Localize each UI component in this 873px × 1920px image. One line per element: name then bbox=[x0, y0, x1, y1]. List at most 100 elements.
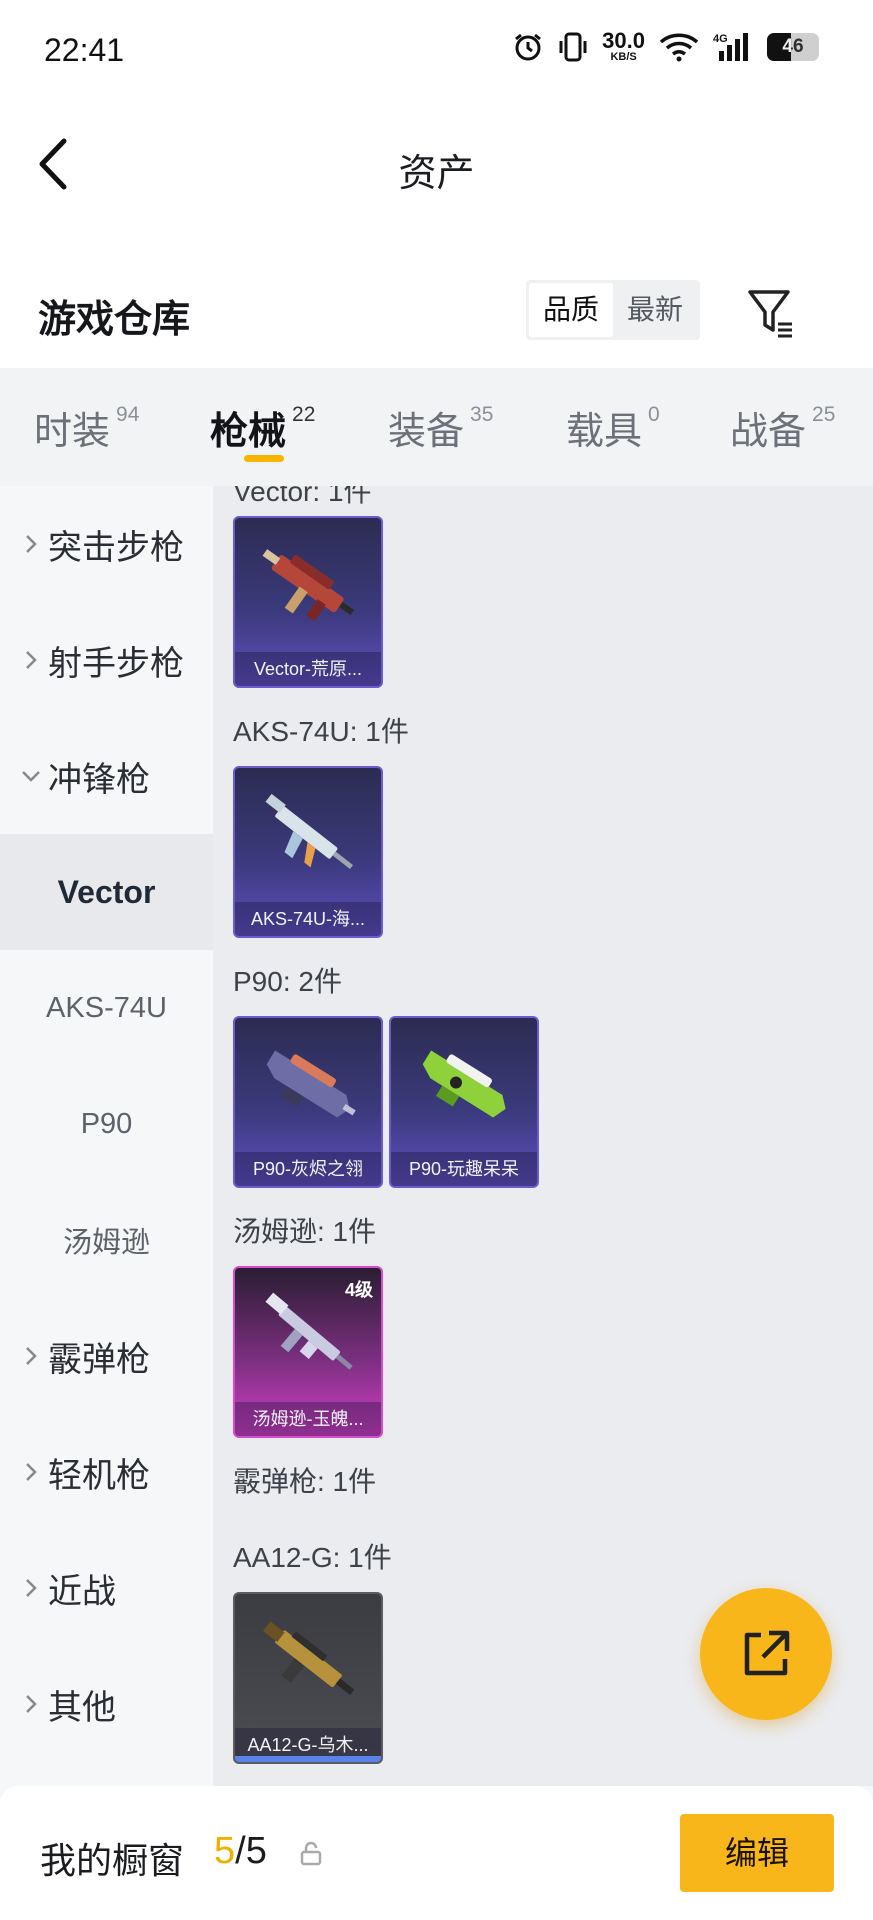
vector-smg-icon bbox=[262, 549, 354, 622]
item-level-badge: 4级 bbox=[344, 1280, 373, 1300]
chevron-right-icon bbox=[18, 1577, 44, 1599]
sidebar: 突击步枪 射手步枪 冲锋枪 Vector AKS-74U P90 汤姆逊 霰弹枪… bbox=[0, 486, 213, 1786]
tab-equipment[interactable]: 装备 35 bbox=[388, 368, 493, 486]
sidebar-item-label: 冲锋枪 bbox=[48, 760, 150, 799]
item-card-p90-fun[interactable]: P90-玩趣呆呆 bbox=[389, 1016, 539, 1188]
p90-smg-icon bbox=[266, 1050, 356, 1118]
chevron-right-icon bbox=[18, 533, 44, 555]
filter-button[interactable] bbox=[744, 284, 800, 340]
sidebar-item-assault-rifle[interactable]: 突击步枪 bbox=[0, 486, 213, 602]
showcase-count-current: 5 bbox=[214, 1830, 236, 1872]
sidebar-subitem-label: Vector bbox=[57, 873, 156, 910]
sidebar-item-label: 轻机枪 bbox=[48, 1456, 150, 1495]
tab-label: 装备 bbox=[388, 410, 465, 453]
sidebar-subitem-thompson[interactable]: 汤姆逊 bbox=[0, 1182, 213, 1298]
aks74u-rifle-icon bbox=[265, 793, 354, 870]
app-header: 资产 bbox=[0, 104, 873, 224]
sidebar-item-other[interactable]: 其他 bbox=[0, 1646, 213, 1762]
chevron-right-icon bbox=[18, 1461, 44, 1483]
item-name: AKS-74U-海... bbox=[235, 902, 381, 936]
edit-button[interactable]: 编辑 bbox=[680, 1814, 834, 1892]
p90-smg-icon bbox=[422, 1050, 506, 1118]
tab-active-indicator bbox=[244, 455, 284, 462]
sidebar-subitem-aks74u[interactable]: AKS-74U bbox=[0, 950, 213, 1066]
tab-label: 枪械 bbox=[210, 410, 287, 453]
showcase-count-separator: / bbox=[235, 1830, 246, 1872]
sidebar-item-label: 突击步枪 bbox=[48, 528, 184, 567]
section-title: 游戏仓库 bbox=[38, 299, 191, 341]
group-label-vector: Vector: 1件 bbox=[233, 486, 372, 507]
sidebar-item-label: 近战 bbox=[48, 1572, 116, 1611]
tab-firearms[interactable]: 枪械 22 bbox=[210, 368, 315, 486]
sidebar-subitem-vector[interactable]: Vector bbox=[0, 834, 213, 950]
item-card-vector[interactable]: Vector-荒原... bbox=[233, 516, 383, 688]
sidebar-item-lmg[interactable]: 轻机枪 bbox=[0, 1414, 213, 1530]
item-name: Vector-荒原... bbox=[235, 652, 381, 686]
sidebar-item-shotgun[interactable]: 霰弹枪 bbox=[0, 1298, 213, 1414]
chevron-right-icon bbox=[18, 649, 44, 671]
page-title: 资产 bbox=[398, 153, 475, 195]
sidebar-item-label: 霰弹枪 bbox=[48, 1340, 150, 1379]
sidebar-item-marksman-rifle[interactable]: 射手步枪 bbox=[0, 602, 213, 718]
item-name: 汤姆逊-玉魄... bbox=[235, 1402, 381, 1436]
showcase-label: 我的橱窗 bbox=[40, 1840, 185, 1881]
lock-icon bbox=[300, 1841, 322, 1866]
net-speed: 30.0 KB/S bbox=[602, 28, 645, 63]
tab-count: 0 bbox=[648, 403, 660, 426]
item-name: P90-灰烬之翎 bbox=[235, 1152, 381, 1186]
tab-combat-supplies[interactable]: 战备 25 bbox=[730, 368, 835, 486]
chevron-right-icon bbox=[18, 1345, 44, 1367]
bottom-bar: 我的橱窗 5/5 编辑 bbox=[0, 1786, 873, 1920]
sort-quality-button[interactable]: 品质 bbox=[529, 283, 614, 337]
group-label-p90: P90: 2件 bbox=[233, 966, 342, 997]
category-tabs: 时装 94 枪械 22 装备 35 载具 0 战备 25 bbox=[0, 368, 873, 486]
aa12-shotgun-icon bbox=[263, 1621, 355, 1696]
sidebar-item-melee[interactable]: 近战 bbox=[0, 1530, 213, 1646]
tab-count: 94 bbox=[116, 403, 140, 426]
item-card-aks74u[interactable]: AKS-74U-海... bbox=[233, 766, 383, 938]
item-card-aa12g[interactable]: AA12-G-乌木... bbox=[233, 1592, 383, 1764]
group-label-thompson: 汤姆逊: 1件 bbox=[233, 1216, 377, 1247]
tab-vehicles[interactable]: 载具 0 bbox=[566, 368, 660, 486]
sidebar-item-smg[interactable]: 冲锋枪 bbox=[0, 718, 213, 834]
showcase-count-max: 5 bbox=[245, 1830, 267, 1872]
chevron-right-icon bbox=[18, 1693, 44, 1715]
alarm-icon bbox=[512, 31, 544, 63]
showcase-count: 5/5 bbox=[214, 1830, 267, 1873]
share-external-icon bbox=[744, 1630, 790, 1676]
sort-newest-button[interactable]: 最新 bbox=[613, 283, 697, 337]
share-fab-button[interactable] bbox=[700, 1588, 832, 1720]
tab-count: 35 bbox=[470, 403, 494, 426]
sidebar-subitem-p90[interactable]: P90 bbox=[0, 1066, 213, 1182]
tab-label: 载具 bbox=[566, 410, 643, 453]
sort-toggle: 品质 最新 bbox=[526, 280, 701, 340]
status-time: 22:41 bbox=[44, 32, 125, 68]
tab-fashion[interactable]: 时装 94 bbox=[34, 368, 139, 486]
wifi-icon bbox=[659, 32, 699, 62]
sidebar-subitem-label: P90 bbox=[80, 1107, 133, 1140]
tab-label: 时装 bbox=[34, 410, 111, 453]
signal-icon: 4G bbox=[713, 31, 753, 63]
item-card-thompson[interactable]: 4级 汤姆逊-玉魄... bbox=[233, 1266, 383, 1438]
sidebar-item-label: 其他 bbox=[48, 1688, 116, 1727]
sidebar-subitem-label: 汤姆逊 bbox=[62, 1227, 150, 1259]
svg-text:4G: 4G bbox=[713, 33, 728, 45]
item-card-p90-ash[interactable]: P90-灰烬之翎 bbox=[233, 1016, 383, 1188]
status-icons: 30.0 KB/S 4G 46 bbox=[512, 30, 819, 63]
filter-icon bbox=[748, 290, 792, 338]
status-bar: 22:41 30.0 KB/S 4G 46 bbox=[0, 0, 873, 104]
sidebar-subitem-label: AKS-74U bbox=[46, 991, 167, 1024]
vibrate-icon bbox=[558, 31, 588, 63]
group-label-shotgun: 霰弹枪: 1件 bbox=[233, 1466, 377, 1497]
section-header: 游戏仓库 品质 最新 bbox=[0, 224, 873, 368]
chevron-down-icon bbox=[18, 769, 44, 783]
group-label-aks74u: AKS-74U: 1件 bbox=[233, 716, 409, 747]
sidebar-item-label: 射手步枪 bbox=[48, 644, 184, 683]
tab-count: 25 bbox=[812, 403, 836, 426]
tab-label: 战备 bbox=[730, 410, 807, 453]
battery-icon: 46 bbox=[767, 32, 819, 61]
item-name: P90-玩趣呆呆 bbox=[391, 1152, 537, 1186]
group-label-aa12g: AA12-G: 1件 bbox=[233, 1542, 392, 1573]
tab-count: 22 bbox=[292, 403, 316, 426]
item-name: AA12-G-乌木... bbox=[235, 1728, 381, 1762]
